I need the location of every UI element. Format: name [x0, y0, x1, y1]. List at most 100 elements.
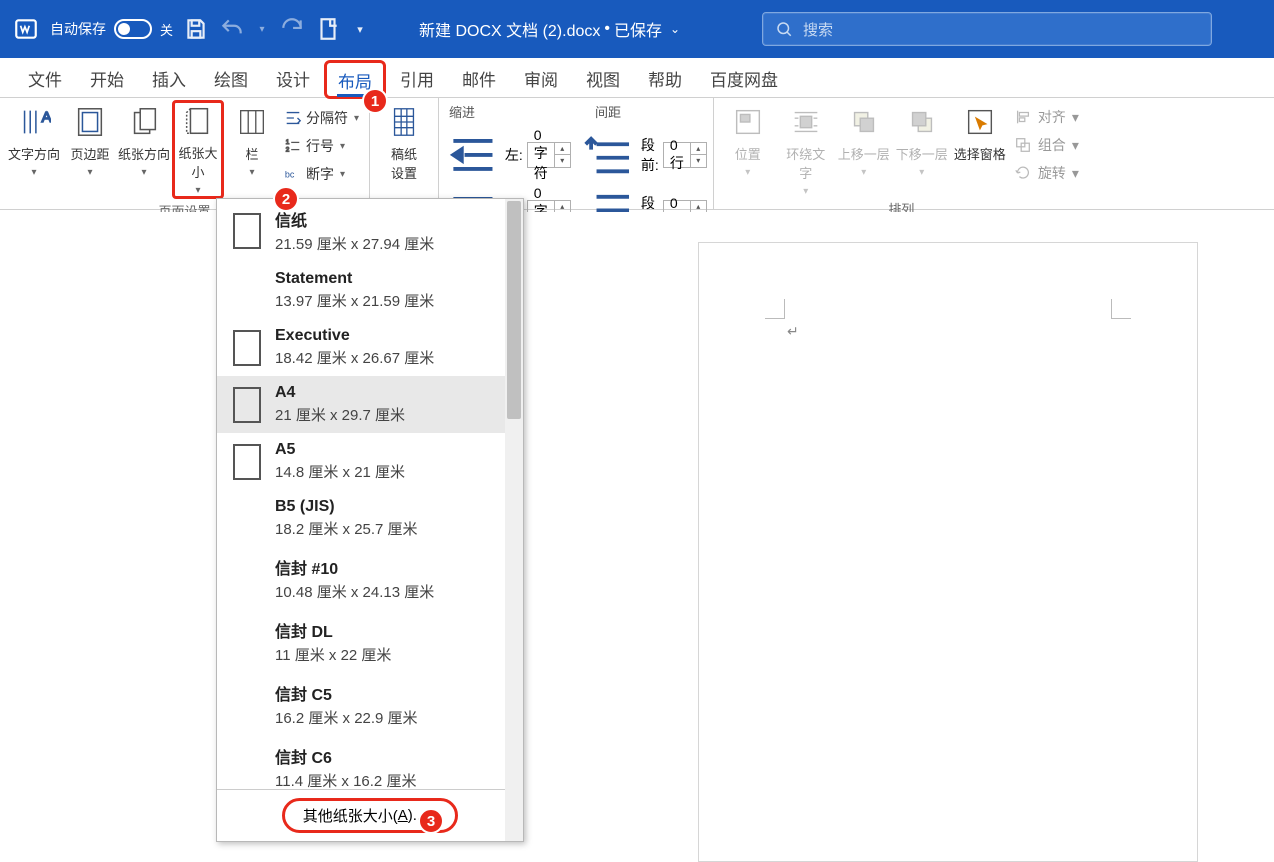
paper-size-name: 信封 C6 — [275, 744, 416, 768]
bring-forward-icon — [846, 104, 882, 140]
svg-text:A: A — [42, 109, 51, 126]
page-icon — [233, 330, 261, 366]
margins-button[interactable]: 页边距▾ — [64, 102, 116, 178]
paper-size-option[interactable]: 信纸21.59 厘米 x 27.94 厘米 — [217, 199, 505, 262]
group-manuscript: 稿纸 设置 . — [370, 98, 439, 209]
document-canvas[interactable]: ↵ — [0, 212, 1274, 862]
tab-insert[interactable]: 插入 — [138, 58, 200, 97]
tab-home[interactable]: 开始 — [76, 58, 138, 97]
undo-dropdown-icon[interactable]: ▾ — [255, 16, 269, 42]
document-title[interactable]: 新建 DOCX 文档 (2).docx•已保存 ⌄ — [419, 17, 680, 41]
redo-icon[interactable] — [279, 16, 305, 42]
page-icon — [233, 750, 261, 786]
quick-print-icon[interactable] — [315, 16, 341, 42]
spacing-before-icon — [583, 128, 637, 182]
columns-icon — [234, 104, 270, 140]
document-page[interactable]: ↵ — [698, 242, 1198, 862]
group-page-setup: A 文字方向▾ 页边距▾ 纸张方向▾ 纸张大小▾ 栏▾ 分隔符▾ 12行号▾ — [0, 98, 370, 209]
paper-size-dimensions: 18.2 厘米 x 25.7 厘米 — [275, 518, 418, 539]
tab-help[interactable]: 帮助 — [634, 58, 696, 97]
paper-size-option[interactable]: B5 (JIS) 18.2 厘米 x 25.7 厘米 — [217, 490, 505, 547]
ribbon: A 文字方向▾ 页边距▾ 纸张方向▾ 纸张大小▾ 栏▾ 分隔符▾ 12行号▾ — [0, 98, 1274, 210]
paper-size-name: 信纸 — [275, 207, 434, 231]
indent-left-icon — [445, 127, 501, 183]
align-button: 对齐▾ — [1014, 104, 1079, 130]
tab-mailings[interactable]: 邮件 — [448, 58, 510, 97]
search-icon — [775, 20, 793, 38]
paper-size-dimensions: 18.42 厘米 x 26.67 厘米 — [275, 347, 434, 368]
manuscript-settings-button[interactable]: 稿纸 设置 — [376, 102, 432, 182]
paper-size-option[interactable]: 信封 C516.2 厘米 x 22.9 厘米 — [217, 673, 505, 736]
paper-size-name: Statement — [275, 270, 434, 288]
page-icon — [233, 561, 261, 597]
paper-size-dimensions: 13.97 厘米 x 21.59 厘米 — [275, 290, 434, 311]
selection-pane-button[interactable]: 选择窗格 — [952, 102, 1008, 163]
rotate-button: 旋转▾ — [1014, 160, 1079, 186]
paper-size-name: A5 — [275, 441, 405, 459]
chevron-down-icon: ⌄ — [670, 22, 680, 36]
tab-baidu[interactable]: 百度网盘 — [696, 58, 792, 97]
page-icon — [233, 624, 261, 660]
page-icon — [233, 213, 261, 249]
paper-size-name: A4 — [275, 384, 405, 402]
tab-references[interactable]: 引用 — [386, 58, 448, 97]
tab-review[interactable]: 审阅 — [510, 58, 572, 97]
text-direction-icon: A — [16, 104, 52, 140]
svg-text:bc: bc — [285, 170, 295, 180]
tab-file[interactable]: 文件 — [14, 58, 76, 97]
paper-size-dimensions: 21.59 厘米 x 27.94 厘米 — [275, 233, 434, 254]
paper-size-name: 信封 DL — [275, 618, 391, 642]
menu-scrollbar[interactable] — [505, 199, 523, 841]
page-icon — [233, 444, 261, 480]
tab-design[interactable]: 设计 — [262, 58, 324, 97]
save-icon[interactable] — [183, 16, 209, 42]
text-cursor: ↵ — [787, 323, 799, 340]
paper-size-option[interactable]: A4 21 厘米 x 29.7 厘米 — [217, 376, 505, 433]
paper-size-option[interactable]: Statement 13.97 厘米 x 21.59 厘米 — [217, 262, 505, 319]
paper-size-option[interactable]: 信封 C611.4 厘米 x 16.2 厘米 — [217, 736, 505, 789]
margin-marker-icon — [1111, 299, 1131, 319]
paper-size-name: B5 (JIS) — [275, 498, 418, 516]
spacing-before-input[interactable]: 0 行▴▾ — [663, 142, 707, 168]
callout-1: 1 — [362, 88, 388, 114]
text-direction-button[interactable]: A 文字方向▾ — [6, 102, 62, 178]
paper-size-option[interactable]: A5 14.8 厘米 x 21 厘米 — [217, 433, 505, 490]
tab-draw[interactable]: 绘图 — [200, 58, 262, 97]
tab-view[interactable]: 视图 — [572, 58, 634, 97]
manuscript-icon — [386, 104, 422, 140]
undo-icon[interactable] — [219, 16, 245, 42]
bring-forward-button: 上移一层▾ — [836, 102, 892, 178]
paper-size-icon — [180, 103, 216, 139]
columns-button[interactable]: 栏▾ — [226, 102, 278, 178]
breaks-button[interactable]: 分隔符▾ — [280, 104, 363, 132]
autosave-toggle[interactable]: 自动保存 关 — [50, 19, 173, 39]
paper-size-option[interactable]: Executive 18.42 厘米 x 26.67 厘米 — [217, 319, 505, 376]
svg-text:1: 1 — [286, 139, 290, 146]
paper-size-button[interactable]: 纸张大小▾ — [172, 100, 224, 199]
page-icon — [233, 501, 261, 537]
line-numbers-button[interactable]: 12行号▾ — [280, 132, 363, 160]
paper-size-name: Executive — [275, 327, 434, 345]
ribbon-tabs: 文件 开始 插入 绘图 设计 布局 引用 邮件 审阅 视图 帮助 百度网盘 — [0, 58, 1274, 98]
paper-size-dimensions: 16.2 厘米 x 22.9 厘米 — [275, 707, 418, 728]
indent-left-input[interactable]: 0 字符▴▾ — [527, 142, 571, 168]
margin-marker-icon — [765, 299, 785, 319]
paper-size-option[interactable]: 信封 #1010.48 厘米 x 24.13 厘米 — [217, 547, 505, 610]
paper-size-name: 信封 #10 — [275, 555, 434, 579]
svg-text:2: 2 — [286, 146, 290, 153]
title-bar: 自动保存 关 ▾ ▾ 新建 DOCX 文档 (2).docx•已保存 ⌄ 搜索 — [0, 0, 1274, 58]
qat-customize-icon[interactable]: ▾ — [351, 16, 369, 42]
orientation-button[interactable]: 纸张方向▾ — [118, 102, 170, 178]
paper-size-dimensions: 21 厘米 x 29.7 厘米 — [275, 404, 405, 425]
hyphenation-button[interactable]: bc断字▾ — [280, 160, 363, 188]
page-icon — [233, 687, 261, 723]
paper-size-dimensions: 14.8 厘米 x 21 厘米 — [275, 461, 405, 482]
group-arrange: 位置▾ 环绕文 字▾ 上移一层▾ 下移一层▾ 选择窗格 对齐▾ 组合▾ 旋转 — [714, 98, 1089, 209]
paper-size-option[interactable]: 信封 DL11 厘米 x 22 厘米 — [217, 610, 505, 673]
word-app-icon — [12, 15, 40, 43]
paper-size-menu: 信纸21.59 厘米 x 27.94 厘米 Statement 13.97 厘米 x… — [216, 198, 524, 842]
paper-size-dimensions: 10.48 厘米 x 24.13 厘米 — [275, 581, 434, 602]
paper-size-name: 信封 C5 — [275, 681, 418, 705]
wrap-text-button: 环绕文 字▾ — [778, 102, 834, 197]
search-box[interactable]: 搜索 — [762, 12, 1212, 46]
